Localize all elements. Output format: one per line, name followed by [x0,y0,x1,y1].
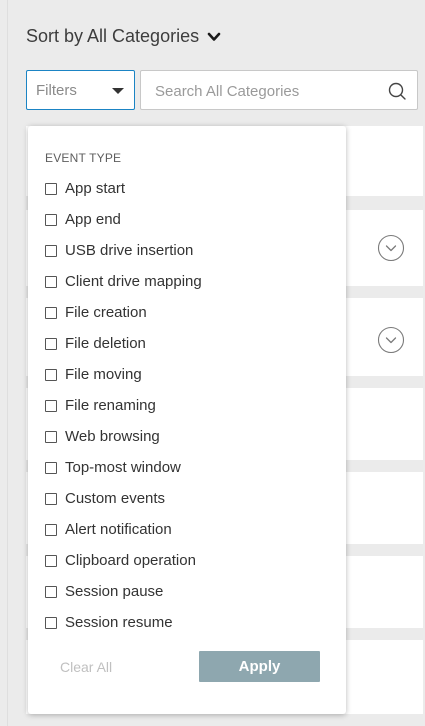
option-client-drive-mapping[interactable]: Client drive mapping [45,266,202,297]
filters-select[interactable]: Filters [26,70,135,110]
option-file-renaming[interactable]: File renaming [45,390,202,421]
option-alert-notification[interactable]: Alert notification [45,514,202,545]
checkbox[interactable] [45,337,57,350]
event-type-dropdown: EVENT TYPE App start App end USB drive i… [28,126,346,714]
checkbox[interactable] [45,585,57,598]
checkbox[interactable] [45,244,57,257]
checkbox[interactable] [45,182,57,195]
option-custom-events[interactable]: Custom events [45,483,202,514]
clear-all-button[interactable]: Clear All [60,659,112,675]
section-title: EVENT TYPE [45,151,122,165]
option-usb-drive-insertion[interactable]: USB drive insertion [45,235,202,266]
search-input[interactable] [155,80,370,102]
option-label: App start [65,180,126,197]
option-app-start[interactable]: App start [45,173,202,204]
option-label: Web browsing [65,428,160,445]
filter-panel: Sort by All Categories Filters EVENT TYP… [7,0,425,726]
apply-button[interactable]: Apply [199,651,320,682]
checkbox[interactable] [45,399,57,412]
checkbox[interactable] [45,430,57,443]
expand-circle-icon[interactable] [377,234,405,262]
checkbox[interactable] [45,492,57,505]
option-label: File creation [65,304,147,321]
option-web-browsing[interactable]: Web browsing [45,421,202,452]
filters-select-value: Filters [36,81,77,99]
option-app-end[interactable]: App end [45,204,202,235]
option-label: File deletion [65,335,146,352]
checkbox[interactable] [45,616,57,629]
option-label: USB drive insertion [65,242,194,259]
search-box [140,70,418,110]
option-label: File moving [65,366,142,383]
event-type-options: App start App end USB drive insertion Cl… [45,173,202,638]
option-file-creation[interactable]: File creation [45,297,202,328]
checkbox[interactable] [45,523,57,536]
checkbox[interactable] [45,275,57,288]
option-label: Alert notification [65,521,172,538]
option-session-resume[interactable]: Session resume [45,607,202,638]
option-label: App end [65,211,121,228]
option-top-most-window[interactable]: Top-most window [45,452,202,483]
option-file-deletion[interactable]: File deletion [45,328,202,359]
option-label: File renaming [65,397,156,414]
option-label: Client drive mapping [65,273,202,290]
checkbox[interactable] [45,554,57,567]
option-clipboard-operation[interactable]: Clipboard operation [45,545,202,576]
sort-dropdown[interactable]: Sort by All Categories [26,26,221,47]
option-label: Session resume [65,614,173,631]
expand-circle-icon[interactable] [377,326,405,354]
option-label: Session pause [65,583,164,600]
checkbox[interactable] [45,368,57,381]
checkbox[interactable] [45,461,57,474]
caret-down-icon [112,88,124,94]
search-icon[interactable] [387,81,407,101]
option-label: Clipboard operation [65,552,196,569]
option-label: Custom events [65,490,166,507]
checkbox[interactable] [45,213,57,226]
checkbox[interactable] [45,306,57,319]
option-file-moving[interactable]: File moving [45,359,202,390]
option-session-pause[interactable]: Session pause [45,576,202,607]
chevron-down-icon [207,32,221,41]
sort-label: Sort by All Categories [26,26,200,46]
option-label: Top-most window [65,459,181,476]
